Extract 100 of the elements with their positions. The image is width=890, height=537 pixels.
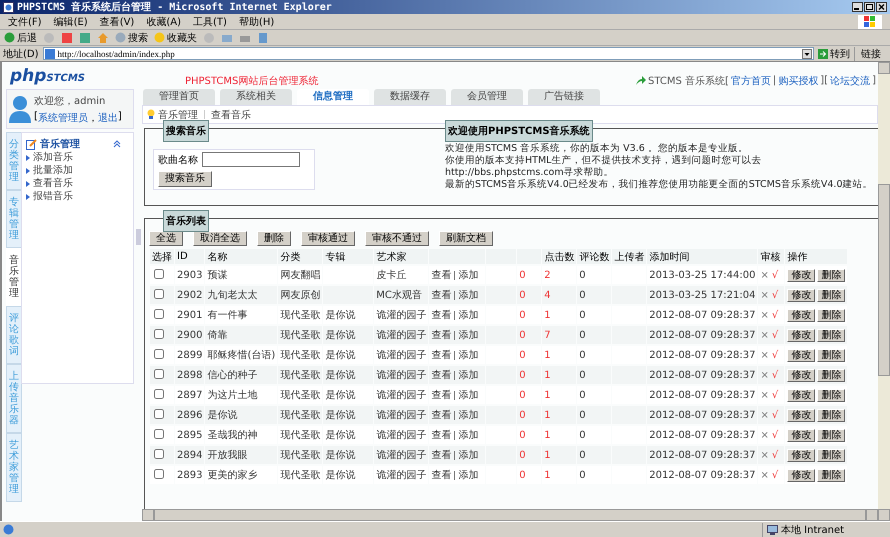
row-link[interactable]: 查看 — [431, 370, 452, 381]
row-action-button[interactable]: 删除 — [817, 448, 846, 462]
row-link[interactable]: 添加 — [458, 370, 478, 381]
row-link[interactable]: 查看 — [431, 470, 452, 481]
row-action-button[interactable]: 删除 — [817, 368, 846, 382]
audit-link[interactable]: √ — [772, 330, 778, 340]
row-action-button[interactable]: 删除 — [817, 348, 846, 362]
toolbar-button[interactable]: 刷新文档 — [439, 231, 493, 246]
row-checkbox[interactable] — [154, 468, 164, 478]
audit-link[interactable]: × — [760, 330, 769, 340]
audit-link[interactable]: √ — [772, 390, 778, 400]
dropdown-icon[interactable] — [802, 48, 812, 58]
row-checkbox[interactable] — [154, 348, 164, 358]
favorites-button[interactable]: 收藏夹 — [154, 30, 197, 44]
audit-link[interactable]: × — [760, 270, 769, 280]
row-action-button[interactable]: 删除 — [817, 328, 846, 342]
row-action-button[interactable]: 删除 — [817, 428, 846, 442]
row-link[interactable]: 添加 — [458, 470, 478, 481]
row-checkbox[interactable] — [154, 428, 164, 438]
row-action-button[interactable]: 修改 — [787, 368, 816, 382]
row-action-button[interactable]: 删除 — [817, 388, 846, 402]
row-link[interactable]: 查看 — [431, 310, 452, 321]
menu-item[interactable]: 查看(V) — [100, 14, 134, 28]
side-menu-item[interactable]: 报错音乐 — [26, 190, 129, 203]
row-checkbox[interactable] — [154, 368, 164, 378]
row-action-button[interactable]: 修改 — [787, 408, 816, 422]
row-checkbox[interactable] — [154, 448, 164, 458]
user-link[interactable]: 系统管理员 — [38, 110, 88, 124]
toolbar-button[interactable]: 全选 — [149, 231, 183, 246]
toolbar-button[interactable]: 取消全选 — [193, 231, 247, 246]
row-link[interactable]: 添加 — [458, 330, 478, 341]
row-action-button[interactable]: 删除 — [817, 288, 846, 302]
breadcrumb-item[interactable]: 音乐管理 — [158, 108, 198, 122]
audit-link[interactable]: × — [760, 390, 769, 400]
row-link[interactable]: 查看 — [431, 450, 452, 461]
row-action-button[interactable]: 删除 — [817, 468, 846, 482]
row-link[interactable]: 添加 — [458, 350, 478, 361]
side-menu-item[interactable]: 批量添加 — [26, 164, 129, 177]
menu-item[interactable]: 收藏(A) — [146, 14, 181, 28]
row-checkbox[interactable] — [154, 388, 164, 398]
menu-item[interactable]: 编辑(E) — [54, 14, 88, 28]
row-link[interactable]: 添加 — [458, 450, 478, 461]
row-action-button[interactable]: 删除 — [817, 408, 846, 422]
nav-tab[interactable]: 会员管理 — [451, 89, 523, 105]
nav-tab[interactable]: 系统相关 — [220, 89, 292, 105]
audit-link[interactable]: × — [760, 350, 769, 360]
breadcrumb-item[interactable]: 查看音乐 — [211, 108, 251, 122]
row-action-button[interactable]: 删除 — [817, 308, 846, 322]
row-link[interactable]: 添加 — [458, 390, 478, 401]
search-button[interactable]: 搜索 — [115, 30, 148, 44]
side-tab[interactable]: 音乐管理 — [6, 248, 22, 306]
audit-link[interactable]: × — [760, 370, 769, 380]
audit-link[interactable]: × — [760, 450, 769, 460]
audit-link[interactable]: × — [760, 290, 769, 300]
row-action-button[interactable]: 修改 — [787, 308, 816, 322]
audit-link[interactable]: √ — [772, 430, 778, 440]
toolbar-button[interactable]: 审核通过 — [301, 231, 355, 246]
row-link[interactable]: 添加 — [458, 290, 478, 301]
row-checkbox[interactable] — [154, 288, 164, 298]
row-link[interactable]: 添加 — [458, 410, 478, 421]
go-button[interactable]: 转到 — [818, 46, 850, 60]
row-action-button[interactable]: 修改 — [787, 428, 816, 442]
audit-link[interactable]: √ — [772, 310, 778, 320]
row-link[interactable]: 添加 — [458, 430, 478, 441]
toolbar-button[interactable]: 删除 — [257, 231, 291, 246]
nav-tab[interactable]: 信息管理 — [297, 89, 369, 105]
audit-link[interactable]: × — [760, 470, 769, 480]
nav-tab[interactable]: 广告链接 — [528, 89, 600, 105]
close-icon[interactable] — [876, 2, 887, 12]
audit-link[interactable]: √ — [772, 410, 778, 420]
row-checkbox[interactable] — [154, 408, 164, 418]
audit-link[interactable]: √ — [772, 370, 778, 380]
row-link[interactable]: 查看 — [431, 390, 452, 401]
nav-tab[interactable]: 管理首页 — [143, 89, 215, 105]
row-link[interactable]: 查看 — [431, 350, 452, 361]
row-checkbox[interactable] — [154, 268, 164, 278]
row-action-button[interactable]: 修改 — [787, 328, 816, 342]
row-action-button[interactable]: 修改 — [787, 288, 816, 302]
search-button[interactable]: 搜索音乐 — [158, 171, 212, 187]
row-link[interactable]: 添加 — [458, 310, 478, 321]
row-link[interactable]: 查看 — [431, 270, 452, 281]
header-link[interactable]: 论坛交流 — [830, 74, 870, 88]
row-link[interactable]: 查看 — [431, 430, 452, 441]
header-link[interactable]: 购买授权 — [778, 74, 818, 88]
horizontal-scrollbar[interactable] — [142, 509, 878, 521]
menu-item[interactable]: 工具(T) — [193, 14, 227, 28]
links-button[interactable]: 链接 — [854, 46, 887, 60]
menu-item[interactable]: 文件(F) — [8, 14, 42, 28]
collapse-handle-icon[interactable] — [136, 229, 140, 245]
row-action-button[interactable]: 修改 — [787, 468, 816, 482]
row-action-button[interactable]: 修改 — [787, 268, 816, 282]
row-checkbox[interactable] — [154, 328, 164, 338]
vertical-scrollbar[interactable] — [878, 62, 890, 521]
audit-link[interactable]: √ — [772, 350, 778, 360]
menu-item[interactable]: 帮助(H) — [238, 14, 274, 28]
side-menu-item[interactable]: 添加音乐 — [26, 151, 129, 164]
audit-link[interactable]: × — [760, 430, 769, 440]
row-checkbox[interactable] — [154, 308, 164, 318]
row-action-button[interactable]: 修改 — [787, 388, 816, 402]
row-link[interactable]: 查看 — [431, 290, 452, 301]
